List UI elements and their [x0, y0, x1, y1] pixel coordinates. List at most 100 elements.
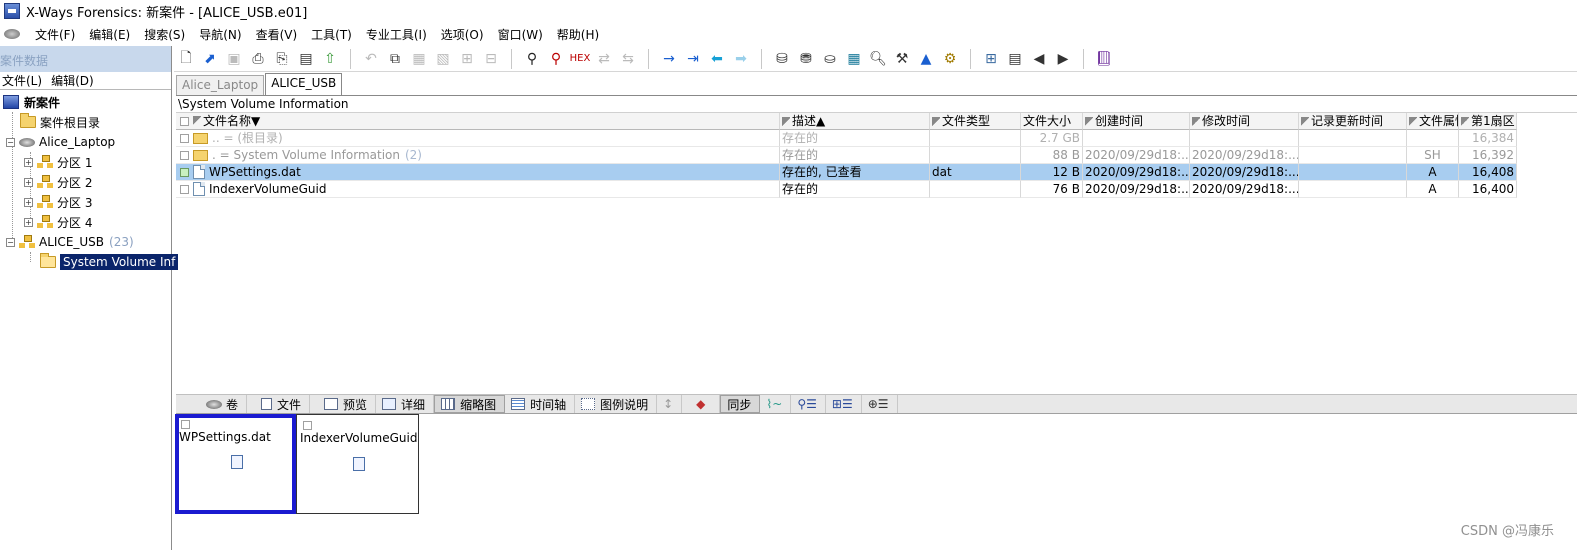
resize-handle[interactable]: ↕ — [657, 395, 683, 413]
list-icon[interactable]: ▤ — [1005, 49, 1025, 69]
collapse-icon[interactable]: − — [6, 137, 15, 147]
hex-icon[interactable]: ⊞ — [457, 49, 477, 69]
goto-offset-icon[interactable]: ⇥ — [683, 49, 703, 69]
back-icon[interactable]: ⬅ — [707, 49, 727, 69]
undo-icon[interactable]: ↶ — [361, 49, 381, 69]
col-header-name[interactable]: 文件名称▼ — [176, 113, 780, 130]
wave-icon[interactable]: ⌇~ — [760, 395, 792, 413]
disk-icon[interactable] — [4, 29, 20, 39]
calculator-icon[interactable]: ▦ — [844, 49, 864, 69]
col-header-desc[interactable]: 描述▲ — [780, 113, 930, 130]
replace-hex-icon[interactable]: ⇆ — [618, 49, 638, 69]
search-text-icon[interactable]: ⚲ — [546, 49, 566, 69]
thumbnail-indexervolumeguid[interactable]: IndexerVolumeGuid — [296, 414, 419, 514]
menu-help[interactable]: 帮助(H) — [550, 26, 606, 43]
row-checkbox[interactable] — [180, 184, 189, 194]
settings-icon[interactable]: ⚙ — [940, 49, 960, 69]
table-row[interactable]: IndexerVolumeGuid 存在的 76 B 2020/09/29d18… — [176, 181, 1517, 198]
target-list-icon[interactable]: ⊕☰ — [862, 395, 898, 413]
open-icon[interactable]: ⬈ — [200, 49, 220, 69]
play-forward-icon[interactable]: ▶ — [1053, 49, 1073, 69]
save-icon[interactable]: ▣ — [224, 49, 244, 69]
menu-search[interactable]: 搜索(S) — [137, 26, 192, 43]
menu-navigate[interactable]: 导航(N) — [192, 26, 248, 43]
filter-icon[interactable] — [1085, 116, 1093, 127]
forward-icon[interactable]: ➡ — [731, 49, 751, 69]
menu-window[interactable]: 窗口(W) — [491, 26, 550, 43]
tab-alice-usb[interactable]: ALICE_USB — [265, 73, 343, 95]
menu-tools[interactable]: 工具(T) — [304, 26, 359, 43]
grid-icon[interactable]: ⊞ — [981, 49, 1001, 69]
thumbnail-checkbox[interactable] — [303, 421, 312, 430]
col-header-size[interactable]: 文件大小 — [1021, 113, 1083, 130]
copy-icon[interactable]: ⧉ — [385, 49, 405, 69]
tab-thumbnails[interactable]: 缩略图 — [434, 395, 506, 413]
tree-item-system-volume-info[interactable]: System Volume Inf — [40, 252, 179, 272]
table-row[interactable]: . = System Volume Information (2) 存在的 88 … — [176, 147, 1517, 164]
col-header-type[interactable]: 文件类型 — [930, 113, 1021, 130]
paste-special-icon[interactable]: ▧ — [433, 49, 453, 69]
table-row[interactable]: .. = (根目录) 存在的 2.7 GB 16,384 — [176, 130, 1517, 147]
tab-legend[interactable]: 图例说明 — [575, 395, 658, 413]
properties-icon[interactable]: ▤ — [296, 49, 316, 69]
tab-details[interactable]: 详细 — [376, 395, 435, 413]
tree-item-partition-3[interactable]: + 分区 3 — [24, 192, 92, 212]
col-header-attr[interactable]: 文件属性 — [1407, 113, 1459, 130]
filter-icon[interactable] — [1301, 116, 1309, 127]
tab-timeline[interactable]: 时间轴 — [505, 395, 576, 413]
add-disk-icon[interactable]: ⛃ — [796, 49, 816, 69]
filter-icon[interactable] — [1461, 116, 1469, 127]
thumbnail-wpsettings[interactable]: WPSettings.dat — [175, 414, 296, 514]
paste-icon[interactable]: ▦ — [409, 49, 429, 69]
menu-view[interactable]: 查看(V) — [249, 26, 305, 43]
tree-item-case[interactable]: 新案件 — [3, 92, 60, 112]
tab-alice-laptop[interactable]: Alice_Laptop — [176, 75, 265, 95]
tree-item-alice-usb[interactable]: − ALICE_USB (23) — [6, 232, 134, 252]
col-header-sector[interactable]: 第1扇区 — [1459, 113, 1517, 130]
marker-icon[interactable]: ◆ — [682, 395, 721, 413]
filter-icon[interactable] — [1192, 116, 1200, 127]
tree-item-root-dir[interactable]: 案件根目录 — [20, 112, 100, 132]
row-checkbox[interactable] — [180, 167, 189, 177]
menu-pro-tools[interactable]: 专业工具(I) — [359, 26, 434, 43]
menu-file[interactable]: 文件(F) — [28, 26, 82, 43]
filter-icon[interactable] — [193, 116, 201, 126]
play-back-icon[interactable]: ◀ — [1029, 49, 1049, 69]
tab-volume[interactable]: 卷 — [176, 395, 248, 413]
collapse-icon[interactable]: − — [6, 237, 15, 247]
col-header-record[interactable]: 记录更新时间 — [1299, 113, 1407, 130]
goto-icon[interactable]: → — [659, 49, 679, 69]
row-checkbox[interactable] — [180, 133, 189, 143]
new-file-icon[interactable]: 🗋 — [176, 49, 196, 69]
binary-icon[interactable]: ⊟ — [481, 49, 501, 69]
tab-file[interactable]: 文件 — [247, 395, 311, 413]
thumbnail-checkbox[interactable] — [181, 420, 190, 429]
tree-item-partition-4[interactable]: + 分区 4 — [24, 212, 92, 232]
col-header-created[interactable]: 创建时间 — [1083, 113, 1190, 130]
book-icon[interactable]: 📕︎ — [1094, 49, 1114, 69]
print-preview-icon[interactable]: ⎘ — [272, 49, 292, 69]
expand-icon[interactable]: + — [24, 197, 33, 207]
ram-icon[interactable]: ⛀ — [820, 49, 840, 69]
export-icon[interactable]: ⇧ — [320, 49, 340, 69]
menu-options[interactable]: 选项(O) — [434, 26, 491, 43]
image-icon[interactable]: ▲ — [916, 49, 936, 69]
select-all-checkbox[interactable] — [180, 116, 189, 126]
zoom-icon[interactable]: 🔍︎ — [868, 49, 888, 69]
print-icon[interactable]: ⎙ — [248, 49, 268, 69]
filter-icon[interactable] — [1409, 116, 1417, 127]
search-list-icon[interactable]: ⚲☰ — [791, 395, 826, 413]
case-menu-file[interactable]: 文件(L) — [0, 72, 49, 89]
col-header-modified[interactable]: 修改时间 — [1190, 113, 1299, 130]
search-hex-icon[interactable]: HEX — [570, 49, 591, 69]
tab-preview[interactable]: 预览 — [310, 395, 377, 413]
tab-sync[interactable]: 同步 — [720, 395, 761, 413]
case-menu-edit[interactable]: 编辑(D) — [49, 72, 101, 89]
calc-list-icon[interactable]: ⊞☰ — [826, 395, 862, 413]
replace-icon[interactable]: ⇄ — [594, 49, 614, 69]
expand-icon[interactable]: + — [24, 157, 33, 167]
tree-item-alice-laptop[interactable]: − Alice_Laptop — [6, 132, 115, 152]
filter-icon[interactable] — [782, 116, 790, 127]
disk-open-icon[interactable]: ⛁ — [772, 49, 792, 69]
table-row-selected[interactable]: WPSettings.dat 存在的, 已查看 dat 12 B 2020/09… — [176, 164, 1517, 181]
